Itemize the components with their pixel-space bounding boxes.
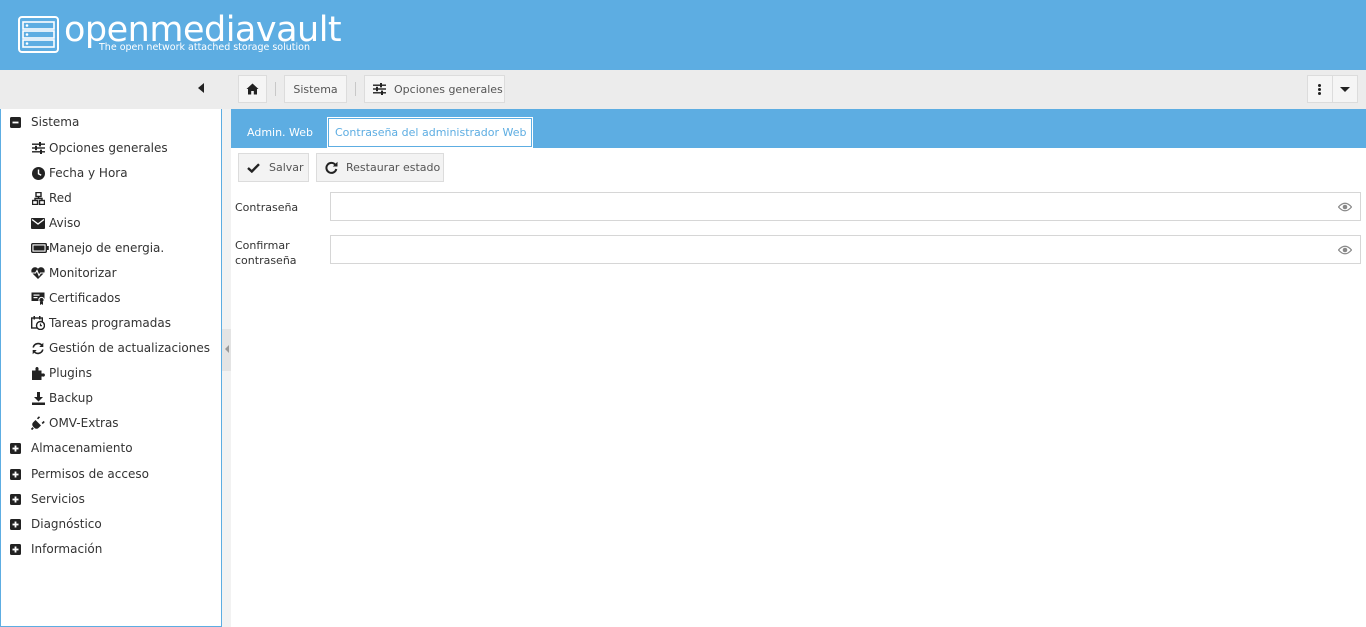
sidebar-item-label: Almacenamiento <box>31 441 133 455</box>
sidebar-item-sistema[interactable]: Sistema <box>8 111 79 133</box>
sidebar-item-label: Tareas programadas <box>49 316 171 330</box>
expand-plus-icon[interactable] <box>8 492 22 506</box>
network-icon <box>31 191 45 205</box>
tab-label: Admin. Web <box>247 126 314 139</box>
tab-bar: Admin. Web Contraseña del administrador … <box>231 109 1366 148</box>
sidebar-item-aviso[interactable]: Aviso <box>31 212 81 234</box>
puzzle-icon <box>31 366 45 380</box>
heartbeat-icon <box>31 266 45 280</box>
check-icon <box>247 162 260 173</box>
collapse-minus-icon[interactable] <box>8 115 22 129</box>
clock-icon <box>31 166 45 180</box>
save-label: Salvar <box>269 161 304 174</box>
chevron-down-icon[interactable] <box>1333 76 1357 102</box>
sidebar-item-gestion-de-actualizaciones[interactable]: Gestión de actualizaciones <box>31 337 210 359</box>
sidebar-item-label: Gestión de actualizaciones <box>49 341 210 355</box>
home-button[interactable] <box>238 75 267 103</box>
sliders-icon <box>31 141 45 155</box>
sidebar-item-label: Diagnóstico <box>31 517 102 531</box>
tab-admin-web[interactable]: Admin. Web <box>239 118 321 147</box>
sidebar-item-label: Manejo de energia. <box>49 241 165 255</box>
sidebar-item-informacion[interactable]: Información <box>8 538 102 560</box>
home-icon <box>246 83 259 95</box>
sidebar-item-manejo-de-energia[interactable]: Manejo de energia. <box>31 237 164 259</box>
app-header: openmediavault The open network attached… <box>0 0 1366 70</box>
sidebar-item-servicios[interactable]: Servicios <box>8 488 85 510</box>
sidebar-item-label: OMV-Extras <box>49 416 119 430</box>
more-actions-button[interactable] <box>1307 75 1358 103</box>
collapse-sidebar-icon[interactable] <box>198 83 204 93</box>
expand-plus-icon[interactable] <box>8 441 22 455</box>
server-rack-logo-icon <box>18 16 59 53</box>
reset-label: Restaurar estado <box>346 161 441 174</box>
confirm-password-label: Confirmar contraseña <box>235 239 297 267</box>
download-icon <box>31 391 45 405</box>
breadcrumb-label: Sistema <box>293 82 338 96</box>
expand-plus-icon[interactable] <box>8 542 22 556</box>
breadcrumb-separator <box>355 82 356 96</box>
sidebar-item-omv-extras[interactable]: OMV-Extras <box>31 412 119 434</box>
sidebar-item-label: Permisos de acceso <box>31 467 149 481</box>
sidebar-item-label: Fecha y Hora <box>49 166 128 180</box>
sidebar-item-certificados[interactable]: Certificados <box>31 287 120 309</box>
sidebar-item-label: Opciones generales <box>49 141 168 155</box>
save-button[interactable]: Salvar <box>238 153 309 182</box>
password-field[interactable] <box>330 192 1361 221</box>
sidebar-item-almacenamiento[interactable]: Almacenamiento <box>8 437 133 459</box>
sidebar-item-label: Certificados <box>49 291 121 305</box>
brand-tagline: The open network attached storage soluti… <box>99 42 310 53</box>
refresh-icon <box>31 341 45 355</box>
sidebar-item-label: Plugins <box>49 366 92 380</box>
breadcrumb-sistema[interactable]: Sistema <box>284 75 347 103</box>
password-label: Contraseña <box>235 201 299 214</box>
sidebar-item-backup[interactable]: Backup <box>31 387 93 409</box>
sidebar-item-label: Servicios <box>31 492 85 506</box>
certificate-icon <box>31 291 45 305</box>
expand-plus-icon[interactable] <box>8 467 22 481</box>
eye-icon[interactable] <box>1338 201 1352 213</box>
sidebar-item-label: Monitorizar <box>49 266 117 280</box>
calendar-clock-icon <box>31 316 45 330</box>
tab-label: Contraseña del administrador Web <box>335 126 527 139</box>
sidebar-item-label: Información <box>31 542 103 556</box>
eye-icon[interactable] <box>1338 244 1352 256</box>
breadcrumb-separator <box>275 82 276 96</box>
collapse-left-icon[interactable] <box>225 345 229 353</box>
envelope-icon <box>31 216 45 230</box>
sidebar-item-monitorizar[interactable]: Monitorizar <box>31 262 117 284</box>
sidebar-item-label: Backup <box>49 391 93 405</box>
undo-icon <box>325 161 338 174</box>
tab-contrasena-administrador-web[interactable]: Contraseña del administrador Web <box>327 117 533 148</box>
sliders-icon <box>373 83 386 95</box>
sidebar-item-diagnostico[interactable]: Diagnóstico <box>8 513 102 535</box>
breadcrumb-toolbar: Sistema Opciones generales <box>0 70 1366 109</box>
sidebar-item-plugins[interactable]: Plugins <box>31 362 92 384</box>
sidebar-item-tareas-programadas[interactable]: Tareas programadas <box>31 312 171 334</box>
breadcrumb-label: Opciones generales <box>394 82 503 96</box>
sidebar-item-fecha-y-hora[interactable]: Fecha y Hora <box>31 162 128 184</box>
sidebar-item-label: Sistema <box>31 115 80 129</box>
reset-button[interactable]: Restaurar estado <box>316 153 444 182</box>
sidebar-item-opciones-generales[interactable]: Opciones generales <box>31 137 168 159</box>
sidebar-item-label: Red <box>49 191 72 205</box>
battery-icon <box>31 241 49 255</box>
breadcrumb-opciones-generales[interactable]: Opciones generales <box>364 75 505 103</box>
expand-plus-icon[interactable] <box>8 517 22 531</box>
confirm-password-field[interactable] <box>330 235 1361 264</box>
sidebar-item-permisos-de-acceso[interactable]: Permisos de acceso <box>8 463 149 485</box>
sidebar-item-red[interactable]: Red <box>31 187 72 209</box>
plug-icon <box>31 416 45 430</box>
sidebar-item-label: Aviso <box>49 216 81 230</box>
kebab-menu-icon[interactable] <box>1308 76 1333 102</box>
